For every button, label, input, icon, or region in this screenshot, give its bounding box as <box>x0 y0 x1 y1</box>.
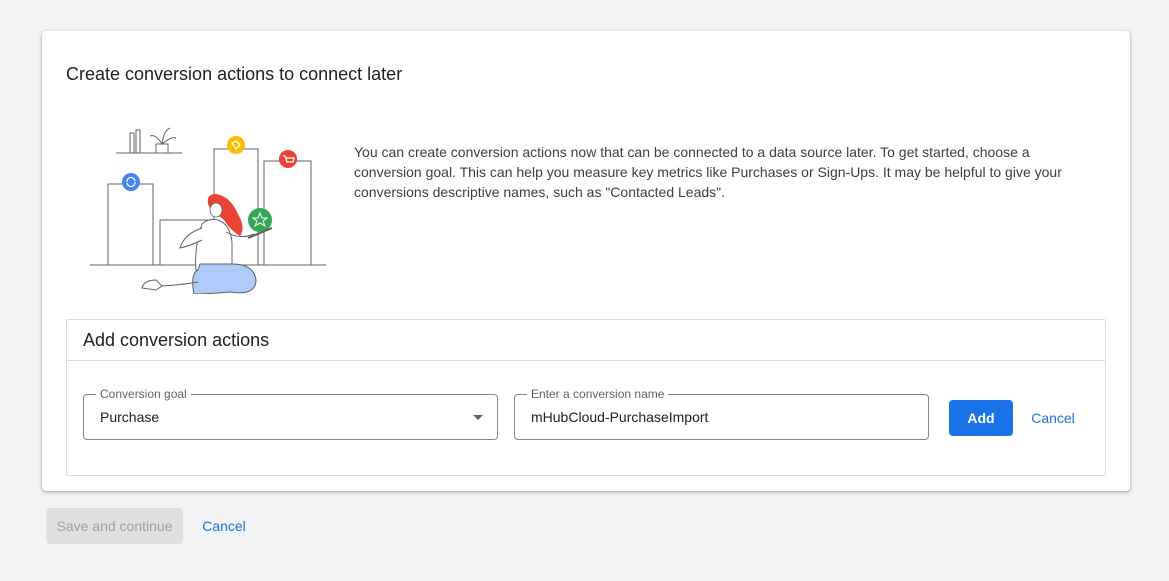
cancel-add-button[interactable]: Cancel <box>1025 400 1081 436</box>
conversion-name-value[interactable]: mHubCloud-PurchaseImport <box>531 409 708 425</box>
tag-icon <box>227 136 245 154</box>
add-button[interactable]: Add <box>949 400 1013 436</box>
person-figure <box>141 194 273 295</box>
section-header: Add conversion actions <box>67 320 1105 361</box>
cancel-button[interactable]: Cancel <box>196 508 252 544</box>
conversion-goal-value: Purchase <box>100 409 160 425</box>
card-title: Create conversion actions to connect lat… <box>66 64 403 84</box>
conversion-name-input[interactable]: Enter a conversion name mHubCloud-Purcha… <box>514 386 929 440</box>
add-conversion-actions-section: Add conversion actions Conversion goal P… <box>66 319 1106 476</box>
save-and-continue-button[interactable]: Save and continue <box>46 508 183 544</box>
conversion-goal-select[interactable]: Conversion goal Purchase <box>83 386 498 440</box>
section-title: Add conversion actions <box>83 330 270 350</box>
conversion-goal-label: Conversion goal <box>96 386 191 402</box>
plant-icon <box>149 127 177 154</box>
cart-icon <box>279 150 297 168</box>
star-icon <box>248 208 272 232</box>
dropdown-arrow-icon[interactable] <box>473 415 483 420</box>
conversion-actions-card: Create conversion actions to connect lat… <box>42 31 1130 491</box>
refresh-icon <box>122 173 140 191</box>
card-description: You can create conversion actions now th… <box>354 144 1062 200</box>
conversion-name-label: Enter a conversion name <box>527 386 669 402</box>
conversion-illustration <box>90 124 330 295</box>
